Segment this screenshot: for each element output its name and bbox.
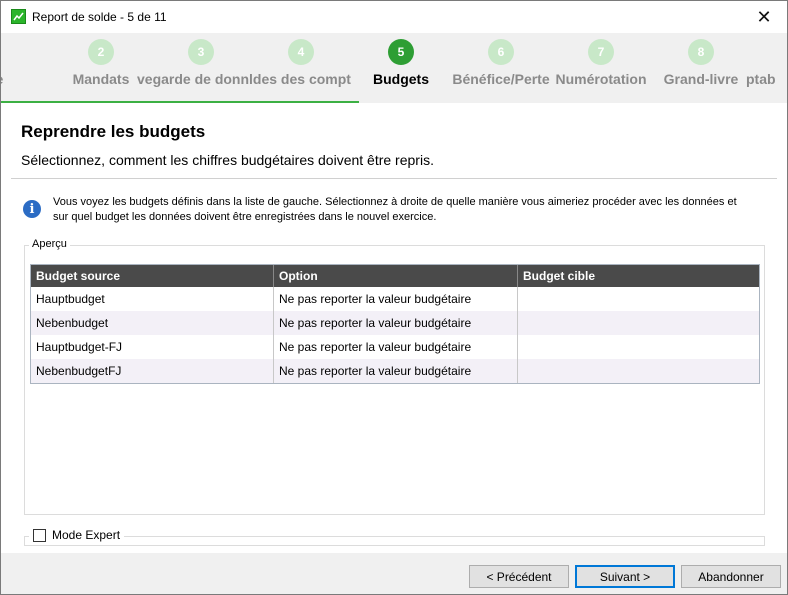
table-row[interactable]: NebenbudgetFJ Ne pas reporter la valeur … [31, 359, 759, 383]
cell-budget-target[interactable] [518, 335, 759, 359]
cell-budget-source: Hauptbudget [31, 287, 274, 311]
cell-option[interactable]: Ne pas reporter la valeur budgétaire [274, 287, 518, 311]
title-bar: Report de solde - 5 de 11 ✕ [1, 1, 787, 33]
step-number: 5 [388, 39, 414, 65]
step-9[interactable]: ptab [746, 33, 787, 103]
table-row[interactable]: Hauptbudget-FJ Ne pas reporter la valeur… [31, 335, 759, 359]
expert-mode-toggle[interactable]: Mode Expert [29, 528, 125, 542]
step-number: 4 [288, 39, 314, 65]
table-header: Budget source Option Budget cible [31, 265, 759, 287]
window-title: Report de solde - 5 de 11 [32, 10, 167, 24]
cancel-button[interactable]: Abandonner [681, 565, 781, 588]
step-number: 6 [488, 39, 514, 65]
cell-budget-target[interactable] [518, 287, 759, 311]
table-row[interactable]: Hauptbudget Ne pas reporter la valeur bu… [31, 287, 759, 311]
next-button[interactable]: Suivant > [575, 565, 675, 588]
cell-budget-target[interactable] [518, 311, 759, 335]
header-divider [11, 178, 777, 179]
wizard-window: Report de solde - 5 de 11 ✕ 1 enue 2 Man… [0, 0, 788, 595]
cell-budget-source: Hauptbudget-FJ [31, 335, 274, 359]
cell-option[interactable]: Ne pas reporter la valeur budgétaire [274, 311, 518, 335]
footer-bar: < Précédent Suivant > Abandonner [1, 553, 787, 594]
preview-group-label: Aperçu [29, 238, 70, 250]
step-number: 3 [188, 39, 214, 65]
info-text: Vous voyez les budgets définis dans la l… [53, 196, 737, 223]
column-header-budget-source[interactable]: Budget source [31, 265, 274, 287]
budget-table: Budget source Option Budget cible Hauptb… [30, 264, 760, 384]
cell-budget-source: NebenbudgetFJ [31, 359, 274, 383]
app-chart-icon [11, 9, 26, 24]
step-label: ptab [746, 71, 776, 87]
column-header-budget-target[interactable]: Budget cible [518, 265, 759, 287]
column-header-option[interactable]: Option [274, 265, 518, 287]
cell-budget-source: Nebenbudget [31, 311, 274, 335]
table-row[interactable]: Nebenbudget Ne pas reporter la valeur bu… [31, 311, 759, 335]
close-button[interactable]: ✕ [741, 1, 787, 33]
cell-option[interactable]: Ne pas reporter la valeur budgétaire [274, 359, 518, 383]
page-title: Reprendre les budgets [21, 122, 206, 141]
step-number: 7 [588, 39, 614, 65]
close-icon: ✕ [756, 6, 772, 27]
step-number: 2 [88, 39, 114, 65]
expert-group [24, 536, 765, 546]
cell-option[interactable]: Ne pas reporter la valeur budgétaire [274, 335, 518, 359]
expert-mode-checkbox[interactable] [33, 528, 46, 542]
previous-button[interactable]: < Précédent [469, 565, 569, 588]
info-icon: i [23, 200, 41, 218]
wizard-stepper: 1 enue 2 Mandats 3 vegarde de donnldes d… [1, 33, 787, 103]
cell-budget-target[interactable] [518, 359, 759, 383]
expert-mode-label[interactable]: Mode Expert [52, 528, 120, 542]
progress-line [1, 101, 359, 103]
page-subtitle: Sélectionnez, comment les chiffres budgé… [21, 152, 434, 168]
step-number: 8 [688, 39, 714, 65]
